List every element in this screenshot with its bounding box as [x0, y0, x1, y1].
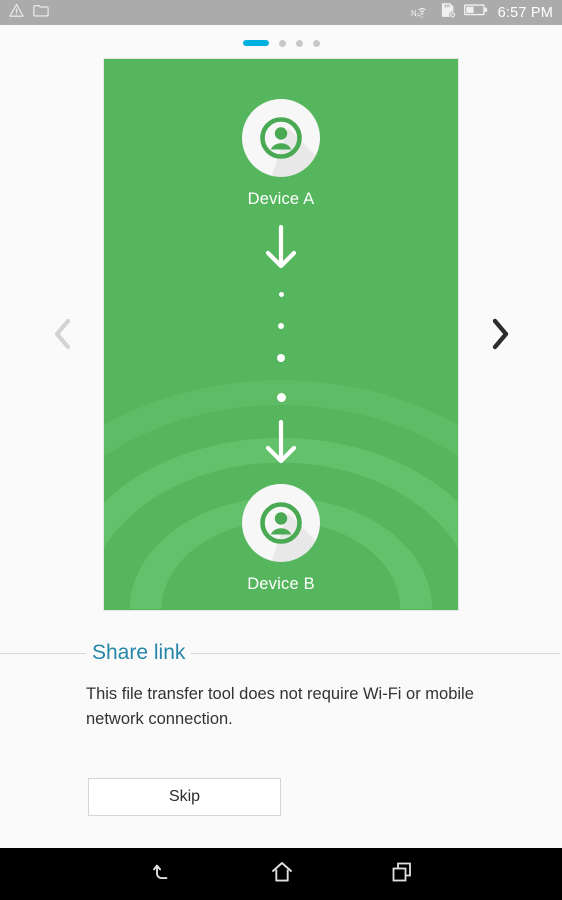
chevron-left-icon: [49, 314, 75, 359]
sd-card-removed-icon: [440, 2, 457, 24]
device-b-avatar: [241, 483, 321, 563]
recent-apps-icon: [389, 859, 415, 890]
page-indicator: [0, 36, 562, 50]
chevron-right-icon: [487, 314, 513, 359]
status-bar: N FC 6:57 PM: [0, 0, 562, 25]
page-indicator-dot-4[interactable]: [312, 39, 320, 47]
nfc-icon: N FC: [411, 2, 433, 24]
back-arrow-icon: [149, 859, 175, 890]
device-a-avatar: [241, 98, 321, 178]
status-bar-clock: 6:57 PM: [497, 4, 553, 21]
status-bar-right-icons: N FC 6:57 PM: [411, 2, 553, 24]
svg-text:FC: FC: [417, 13, 424, 19]
android-navigation-bar: [0, 848, 562, 900]
nav-home-button[interactable]: [222, 848, 342, 900]
flow-dot-3: [277, 354, 285, 362]
carousel-next-button[interactable]: [460, 58, 540, 614]
carousel-prev-button[interactable]: [22, 58, 102, 614]
nav-recent-apps-button[interactable]: [342, 848, 462, 900]
divider-right: [191, 652, 560, 654]
nav-back-button[interactable]: [102, 848, 222, 900]
svg-text:N: N: [411, 9, 417, 18]
flow-dot-2: [278, 323, 284, 329]
section-title: Share link: [92, 641, 186, 664]
page-indicator-dot-1-active[interactable]: [242, 40, 269, 46]
skip-button[interactable]: Skip: [88, 778, 281, 816]
transfer-arrow-down-top-icon: [263, 224, 299, 274]
warning-triangle-icon: [9, 3, 24, 23]
flow-dot-1: [278, 292, 284, 297]
transfer-arrow-down-bottom-icon: [263, 419, 299, 469]
flow-dot-4: [276, 393, 286, 402]
onboarding-slide-card: Device A Device B: [103, 58, 459, 611]
divider-left: [0, 652, 86, 654]
device-b-label: Device B: [247, 575, 315, 593]
battery-icon: [463, 3, 488, 22]
transfer-flow-dots: [276, 274, 286, 402]
share-link-section-header: Share link: [0, 636, 562, 670]
photo-image-icon: [33, 3, 49, 22]
page-indicator-dot-2[interactable]: [278, 39, 286, 47]
device-a-label: Device A: [247, 190, 315, 208]
description-text: This file transfer tool does not require…: [86, 685, 474, 728]
status-bar-left-icons: [9, 3, 49, 23]
page-indicator-dot-3[interactable]: [295, 39, 303, 47]
onboarding-carousel: Device A Device B: [0, 58, 562, 614]
home-icon: [268, 858, 296, 891]
